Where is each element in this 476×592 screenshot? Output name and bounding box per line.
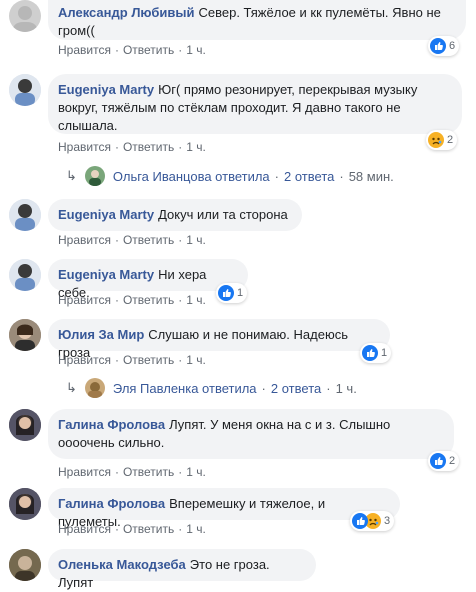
reply-time: 1 ч. (335, 380, 357, 396)
reply-summary[interactable]: Эля Павленка ответила (113, 381, 257, 396)
reply-link[interactable]: Ответить (123, 522, 174, 536)
comment-bubble: Eugeniya Marty Докуч или та сторона . (48, 199, 302, 240)
comment-author[interactable]: Оленька Макодзеба (58, 557, 186, 572)
reaction-count: 6 (449, 40, 456, 52)
comment-actions: Нравится · Ответить · 1 ч. (58, 522, 206, 536)
comment-bubble: Eugeniya Marty Юг( прямо резонирует, пере… (48, 74, 462, 134)
avatar[interactable] (9, 488, 41, 520)
reactions-badge[interactable]: 6 (428, 36, 460, 56)
comment-bubble: Галина Фролова Вперемешку и тяжелое, и пу… (48, 488, 400, 529)
reply-count[interactable]: 2 ответа (284, 169, 334, 184)
avatar[interactable] (9, 549, 41, 581)
comment-author[interactable]: Eugeniya Marty (58, 267, 154, 282)
reply-count[interactable]: 2 ответа (271, 381, 321, 396)
thumbs-up-icon (430, 38, 446, 54)
comment-actions: Нравится · Ответить · 1 ч. (58, 353, 206, 367)
comment-author[interactable]: Eugeniya Marty (58, 82, 154, 97)
comment-actions: Нравится · Ответить · 1 ч. (58, 43, 206, 57)
comment-time[interactable]: 1 ч. (186, 522, 206, 536)
reply-link[interactable]: Ответить (123, 353, 174, 367)
avatar[interactable] (9, 0, 41, 32)
comment-time[interactable]: 1 ч. (186, 293, 206, 307)
comment-time[interactable]: 1 ч. (186, 43, 206, 57)
reply-time: 58 мин. (348, 168, 394, 184)
separator: · (339, 168, 344, 184)
comment-time[interactable]: 1 ч. (186, 353, 206, 367)
avatar[interactable] (9, 199, 41, 231)
reply-link[interactable]: Ответить (123, 465, 174, 479)
thumbs-up-icon (352, 513, 368, 529)
replies-toggle[interactable]: ↳ Ольга Иванцова ответила · 2 ответа · 5… (66, 165, 394, 187)
reply-arrow-icon: ↳ (66, 380, 77, 395)
reply-summary[interactable]: Ольга Иванцова ответила (113, 169, 270, 184)
thumbs-up-icon (218, 285, 234, 301)
reaction-count: 2 (447, 134, 454, 146)
thumbs-up-icon (430, 453, 446, 469)
like-link[interactable]: Нравится (58, 140, 111, 154)
comment-time[interactable]: 1 ч. (186, 465, 206, 479)
reaction-count: 3 (384, 515, 391, 527)
avatar (84, 166, 105, 186)
separator: · (326, 380, 331, 396)
like-link[interactable]: Нравится (58, 43, 111, 57)
reactions-badge[interactable]: 2 (428, 451, 460, 471)
reply-link[interactable]: Ответить (123, 233, 174, 247)
like-link[interactable]: Нравится (58, 293, 111, 307)
avatar[interactable] (9, 319, 41, 351)
reactions-badge[interactable]: 3 (350, 511, 395, 531)
avatar[interactable] (9, 259, 41, 291)
reactions-badge[interactable]: 2 (426, 130, 458, 150)
thumbs-up-icon (362, 345, 378, 361)
comment-bubble: Галина Фролова Лупят. У меня окна на с и … (48, 409, 454, 459)
sad-face-icon (428, 132, 444, 148)
comment-time[interactable]: 1 ч. (186, 140, 206, 154)
reply-link[interactable]: Ответить (123, 43, 174, 57)
comment-time[interactable]: 1 ч. (186, 233, 206, 247)
comment-actions: Нравится · Ответить · 1 ч. (58, 140, 206, 154)
comment-bubble: Юлия За Мир Слушаю и не понимаю. Надеюсь … (48, 319, 390, 360)
like-link[interactable]: Нравится (58, 522, 111, 536)
comment-author[interactable]: Галина Фролова (58, 496, 165, 511)
comment-actions: Нравится · Ответить · 1 ч. (58, 465, 206, 479)
separator: · (274, 168, 280, 184)
comment-bubble: Оленька Макодзеба Это не гроза. Лупят (48, 549, 316, 590)
comment-actions: Нравится · Ответить · 1 ч. (58, 293, 206, 307)
avatar[interactable] (9, 74, 41, 106)
comment-bubble: Александр Любивый Север. Тяжёлое и кк пул… (48, 0, 466, 40)
reaction-count: 1 (237, 287, 244, 299)
reactions-badge[interactable]: 1 (360, 343, 392, 363)
reaction-count: 2 (449, 455, 456, 467)
reply-link[interactable]: Ответить (123, 140, 174, 154)
like-link[interactable]: Нравится (58, 353, 111, 367)
avatar (84, 378, 105, 398)
reply-link[interactable]: Ответить (123, 293, 174, 307)
like-link[interactable]: Нравится (58, 233, 111, 247)
reply-arrow-icon: ↳ (66, 168, 77, 183)
like-link[interactable]: Нравится (58, 465, 111, 479)
comment-author[interactable]: Eugeniya Marty (58, 207, 154, 222)
comment-author[interactable]: Юлия За Мир (58, 327, 144, 342)
comment-author[interactable]: Александр Любивый (58, 5, 194, 20)
comment-author[interactable]: Галина Фролова (58, 417, 165, 432)
comment-actions: Нравится · Ответить · 1 ч. (58, 233, 206, 247)
reactions-badge[interactable]: 1 (216, 283, 248, 303)
replies-toggle[interactable]: ↳ Эля Павленка ответила · 2 ответа · 1 ч… (66, 377, 357, 399)
separator: · (261, 380, 266, 396)
reaction-count: 1 (381, 347, 388, 359)
avatar[interactable] (9, 409, 41, 441)
